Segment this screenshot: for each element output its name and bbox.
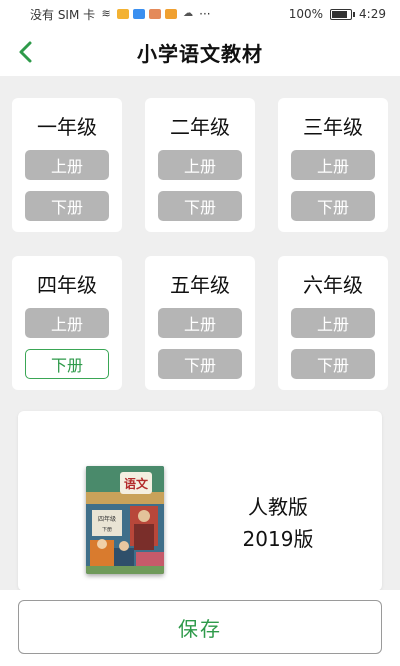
volume-2-button[interactable]: 下册 <box>158 191 242 221</box>
grade-card: 四年级 上册 下册 <box>12 256 122 390</box>
bottom-bar: 保存 <box>0 590 400 666</box>
app-notification-icon <box>117 9 130 19</box>
volume-1-button[interactable]: 上册 <box>158 150 242 180</box>
status-right: 100% 4:29 <box>289 7 386 21</box>
page-title: 小学语文教材 <box>137 41 263 66</box>
clock: 4:29 <box>359 7 386 21</box>
volume-2-button[interactable]: 下册 <box>291 191 375 221</box>
battery-percent: 100% <box>288 7 324 21</box>
volume-1-button[interactable]: 上册 <box>25 308 109 338</box>
grade-card: 五年级 上册 下册 <box>145 256 255 390</box>
grade-name: 一年级 <box>37 115 97 139</box>
grade-name: 四年级 <box>37 273 97 297</box>
back-button[interactable] <box>8 34 44 70</box>
carrier-text: 没有 SIM 卡 <box>30 7 96 22</box>
status-left: 没有 SIM 卡 ≋ ☁ ··· <box>30 6 211 23</box>
volume-1-button[interactable]: 上册 <box>25 150 109 180</box>
app-notification-icon <box>133 9 146 19</box>
chevron-left-icon <box>19 41 32 63</box>
book-cover-image: 语文 四年级 下册 <box>86 466 164 574</box>
volume-1-button[interactable]: 上册 <box>158 308 242 338</box>
volume-2-button[interactable]: 下册 <box>25 191 109 221</box>
volume-2-button[interactable]: 下册 <box>158 349 242 379</box>
grade-name: 二年级 <box>170 115 230 139</box>
more-notifications-icon: ··· <box>199 7 211 21</box>
app-notification-icon <box>165 9 178 19</box>
cover-grade-text: 四年级 <box>98 515 116 523</box>
grade-grid: 一年级 上册 下册 二年级 上册 下册 三年级 上册 下册 四年级 上册 下册 五年级 上册 下册 六年级 上册… <box>12 98 388 390</box>
cloud-icon: ☁ <box>183 8 194 19</box>
battery-icon <box>330 8 356 20</box>
grade-card: 二年级 上册 下册 <box>145 98 255 232</box>
volume-2-button[interactable]: 下册 <box>291 349 375 379</box>
cover-title-text: 语文 <box>124 476 149 491</box>
save-button[interactable]: 保存 <box>18 600 382 654</box>
volume-1-button[interactable]: 上册 <box>291 308 375 338</box>
nav-bar: 小学语文教材 <box>0 28 400 76</box>
wifi-icon: ≋ <box>101 7 111 20</box>
grade-name: 五年级 <box>170 273 230 297</box>
volume-2-button[interactable]: 下册 <box>25 349 109 379</box>
grade-card: 六年级 上册 下册 <box>278 256 388 390</box>
book-info: 人教版 2019版 <box>218 491 338 555</box>
cover-volume-text: 下册 <box>102 527 112 533</box>
app-notification-icon <box>149 9 162 19</box>
book-version: 2019版 <box>242 527 314 551</box>
book-edition: 人教版 <box>248 495 308 519</box>
volume-1-button[interactable]: 上册 <box>291 150 375 180</box>
grade-name: 六年级 <box>303 273 363 297</box>
book-preview-panel: 语文 四年级 下册 人教版 2019版 <box>18 411 382 591</box>
grade-card: 一年级 上册 下册 <box>12 98 122 232</box>
status-bar: 没有 SIM 卡 ≋ ☁ ··· 100% 4:29 <box>0 0 400 28</box>
grade-name: 三年级 <box>303 115 363 139</box>
grade-card: 三年级 上册 下册 <box>278 98 388 232</box>
